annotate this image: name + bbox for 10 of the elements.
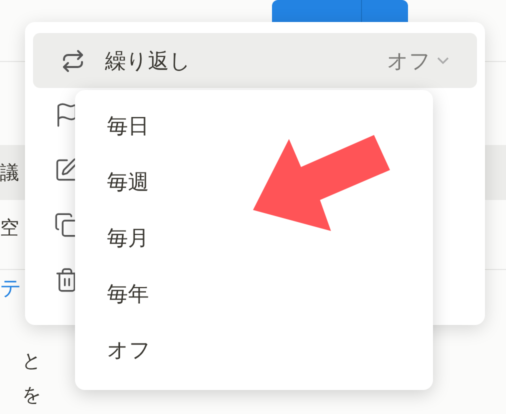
repeat-icon bbox=[61, 48, 85, 72]
menu-option[interactable]: 毎月 bbox=[107, 224, 149, 256]
note-text: と bbox=[22, 349, 41, 374]
note-text: を bbox=[22, 383, 41, 408]
menu-option[interactable]: 毎週 bbox=[107, 168, 149, 200]
menu-option[interactable]: 毎日 bbox=[107, 112, 149, 144]
menu-option[interactable]: 毎年 bbox=[107, 280, 149, 312]
repeat-menu-item[interactable]: 繰り返し オフ bbox=[33, 33, 477, 88]
menu-option[interactable]: オフ bbox=[107, 336, 151, 368]
chevron-down-icon bbox=[437, 57, 449, 64]
